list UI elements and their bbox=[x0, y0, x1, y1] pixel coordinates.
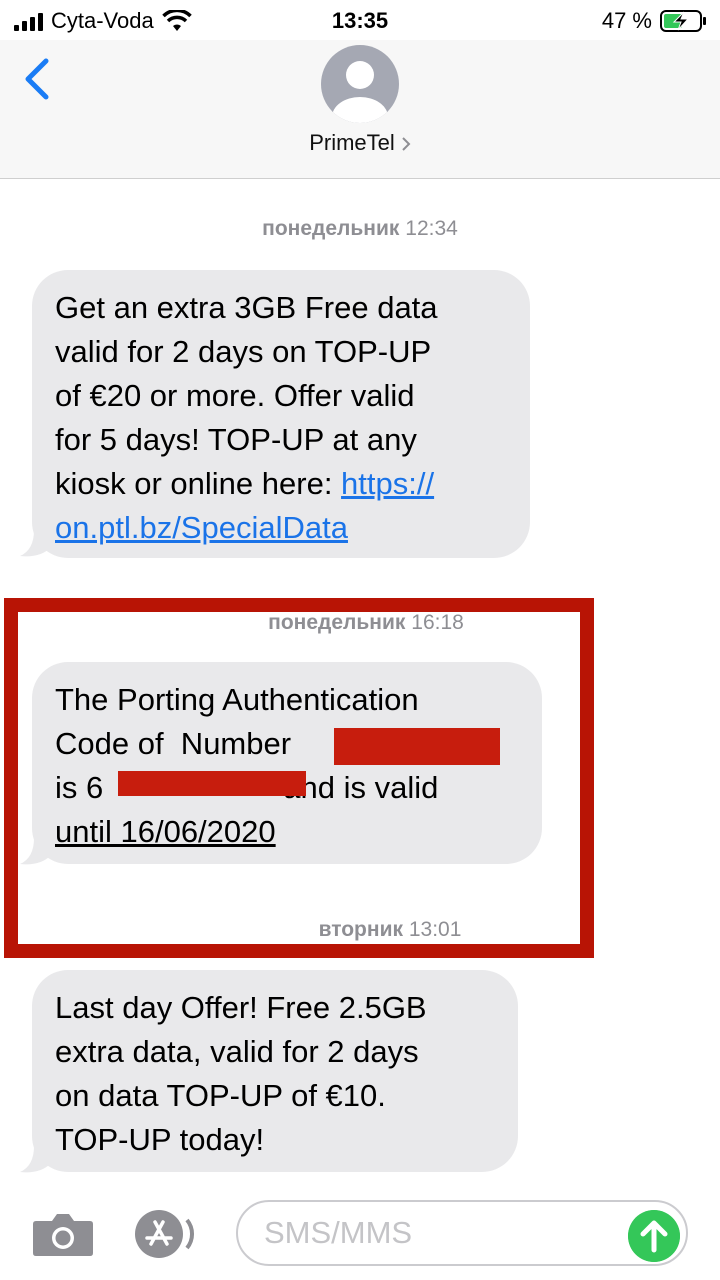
contact-name-row[interactable]: PrimeTel bbox=[0, 130, 720, 156]
conversation-header: PrimeTel bbox=[0, 40, 720, 179]
message-line: on.ptl.bz/SpecialData bbox=[55, 506, 508, 550]
message-line: Last day Offer! Free 2.5GB bbox=[55, 990, 427, 1025]
message-line: TOP-UP today! bbox=[55, 1122, 265, 1157]
timestamp-time: 12:34 bbox=[405, 217, 458, 240]
special-data-link[interactable]: https:// bbox=[341, 466, 434, 501]
message-text: kiosk or online here: bbox=[55, 466, 342, 501]
battery-percent: 47 % bbox=[601, 8, 652, 33]
send-arrow-icon[interactable] bbox=[628, 1210, 680, 1262]
battery-charging-icon bbox=[660, 10, 706, 32]
message-line: of €20 or more. Offer valid bbox=[55, 378, 415, 413]
message-line: kiosk or online here: https:// bbox=[55, 462, 508, 506]
sms-placeholder: SMS/MMS bbox=[264, 1215, 413, 1250]
message-composer: SMS/MMS bbox=[0, 1188, 720, 1280]
chevron-right-icon bbox=[402, 137, 411, 151]
camera-icon[interactable] bbox=[32, 1211, 94, 1257]
message-line: extra data, valid for 2 days bbox=[55, 1034, 419, 1069]
special-data-link-cont[interactable]: on.ptl.bz/SpecialData bbox=[55, 510, 348, 545]
message-line: for 5 days! TOP-UP at any bbox=[55, 422, 417, 457]
back-chevron-icon[interactable] bbox=[22, 58, 52, 100]
message-line: on data TOP-UP of €10. bbox=[55, 1078, 386, 1113]
status-right: 47 % bbox=[602, 8, 706, 34]
highlight-frame bbox=[4, 598, 594, 958]
contact-name[interactable]: PrimeTel bbox=[309, 130, 395, 155]
message-bubble[interactable]: Get an extra 3GB Free data valid for 2 d… bbox=[32, 270, 530, 558]
app-store-icon[interactable] bbox=[133, 1210, 205, 1258]
message-line: valid for 2 days on TOP-UP bbox=[55, 334, 432, 369]
timestamp-day: понедельник bbox=[262, 217, 400, 240]
message-line: Get an extra 3GB Free data bbox=[55, 290, 438, 325]
message-timestamp: понедельник 12:34 bbox=[0, 217, 720, 241]
status-bar: Cyta-Voda 13:35 47 % bbox=[0, 0, 720, 40]
sms-input[interactable]: SMS/MMS bbox=[236, 1200, 688, 1266]
message-bubble[interactable]: Last day Offer! Free 2.5GB extra data, v… bbox=[32, 970, 518, 1172]
avatar-icon[interactable] bbox=[321, 45, 399, 123]
